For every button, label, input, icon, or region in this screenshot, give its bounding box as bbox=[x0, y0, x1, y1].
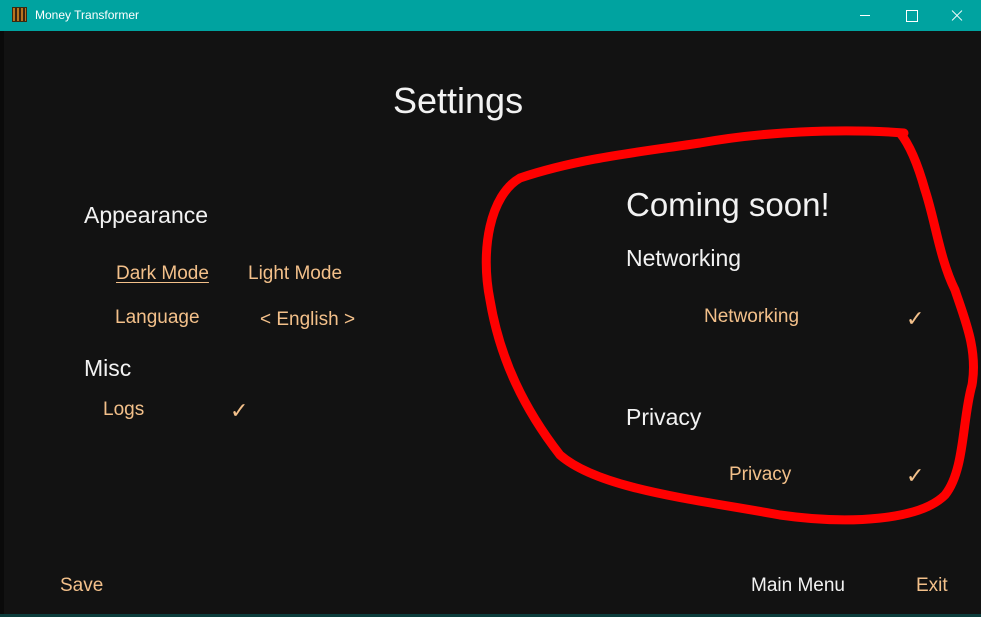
privacy-checkbox[interactable]: ✓ bbox=[906, 463, 924, 489]
language-selector[interactable]: < English > bbox=[260, 309, 355, 331]
window-title: Money Transformer bbox=[35, 8, 140, 22]
networking-label: Networking bbox=[704, 306, 800, 327]
coming-soon-title: Coming soon! bbox=[626, 186, 830, 223]
app-icon bbox=[12, 7, 27, 22]
dark-mode-option[interactable]: Dark Mode bbox=[116, 263, 209, 285]
title-bar: Money Transformer bbox=[0, 0, 981, 31]
minimize-icon[interactable] bbox=[842, 0, 888, 31]
save-button[interactable]: Save bbox=[60, 575, 103, 597]
logs-label: Logs bbox=[103, 399, 145, 420]
misc-heading: Misc bbox=[84, 355, 132, 381]
networking-checkbox[interactable]: ✓ bbox=[906, 306, 924, 332]
networking-heading: Networking bbox=[626, 245, 742, 271]
close-icon[interactable] bbox=[934, 0, 980, 31]
light-mode-option[interactable]: Light Mode bbox=[248, 263, 342, 285]
logs-checkbox[interactable]: ✓ bbox=[230, 398, 248, 424]
language-label: Language bbox=[115, 307, 200, 328]
maximize-icon[interactable] bbox=[888, 0, 934, 31]
exit-button[interactable]: Exit bbox=[916, 575, 948, 597]
main-menu-button[interactable]: Main Menu bbox=[751, 575, 845, 597]
page-title: Settings bbox=[393, 80, 524, 121]
appearance-heading: Appearance bbox=[84, 202, 209, 228]
privacy-heading: Privacy bbox=[626, 404, 702, 430]
privacy-label: Privacy bbox=[729, 464, 792, 485]
